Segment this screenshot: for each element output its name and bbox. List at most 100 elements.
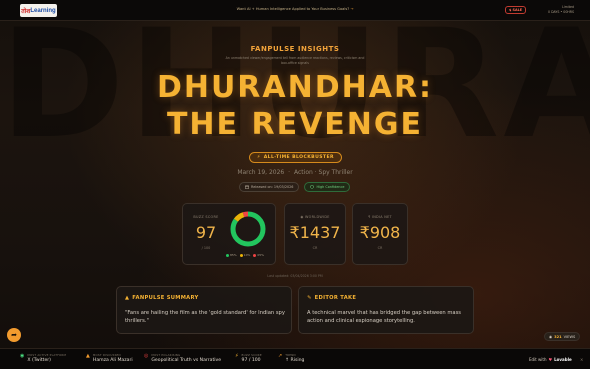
logo-text-a: तोश [21, 8, 31, 15]
footer-item-polarising: ◎ MOST POLARISING Geopolitical Truth vs N… [144, 353, 221, 363]
logo-text-b: Learning [30, 7, 56, 14]
india-value: ₹908 [359, 223, 401, 242]
footer-label: MOST ACTIVE PLATFORM [27, 353, 67, 357]
worldwide-label: WORLDWIDE [304, 215, 330, 219]
sentiment-legend: 85% 10% 05% [226, 253, 264, 257]
footer-value: ↑ Rising [285, 358, 305, 363]
legend-swatch [253, 253, 257, 257]
promo-banner-text: Want AI + Human Intelligence Applied to … [236, 7, 350, 11]
editor-take-card: ✎ EDITOR TAKE A technical marvel that ha… [298, 286, 474, 334]
subline: An unmatched viewer/engagement tell from… [195, 56, 395, 66]
legend-swatch [239, 253, 243, 257]
views-label: VIEWS [563, 334, 576, 339]
lightning-icon: ⚡ [257, 155, 261, 160]
editor-heading-row: ✎ EDITOR TAKE [307, 295, 356, 301]
edit-with-lovable-button[interactable]: Edit with ♥ Lovable [529, 357, 572, 362]
heart-icon: ♥ [548, 357, 553, 362]
sale-badge[interactable]: $ SALE [505, 6, 527, 14]
legend-label: 85% [230, 253, 237, 257]
worldwide-unit: CR [312, 246, 318, 250]
footer-ticker: ◉ MOST ACTIVE PLATFORM X (Twitter) ▲ MOST… [0, 348, 590, 369]
lovable-brand: Lovable [554, 357, 572, 362]
subline-2: box-office signals [281, 61, 309, 65]
info-chips: Released on: 19/03/2026 High Confidence [239, 182, 351, 192]
summary-heading: FANPULSE SUMMARY [132, 295, 199, 301]
footer-label: MOST POLARISING [151, 353, 181, 357]
india-net-card: ₹ INDIA NET ₹908 CR [352, 203, 408, 265]
verdict-badge: ⚡ ALL-TIME BLOCKBUSTER [249, 152, 342, 163]
worldwide-value: ₹1437 [289, 223, 341, 242]
buzz-score-card: BUZZ SCORE 97 / 100 85% 10% 05% [182, 203, 276, 265]
fire-icon: ▲ [125, 295, 130, 301]
rupee-icon: ₹ [368, 215, 371, 219]
footer-item-discussed: ▲ MOST DISCUSSED Hamza Ali Mazari [86, 353, 133, 363]
sale-text-line2: 0 DAYS • 00HRS [548, 10, 574, 14]
release-date: March 19, 2026 [237, 169, 285, 176]
fire-icon: ▲ [86, 353, 90, 359]
legend-item-positive: 85% [226, 253, 237, 257]
footer-value: X (Twitter) [27, 358, 51, 363]
lightning-icon: ⚡ [235, 353, 239, 359]
india-unit: CR [377, 246, 383, 250]
summary-body: "Fans are hailing the film as the 'gold … [125, 310, 285, 324]
legend-item-mixed: 10% [239, 253, 251, 257]
legend-label: 10% [243, 253, 251, 257]
worldwide-label-row: ◉ WORLDWIDE [285, 215, 345, 219]
india-label: INDIA NET [371, 215, 392, 219]
page-title-line2: THE REVENGE [166, 107, 424, 142]
views-count: 321 [554, 334, 562, 339]
promo-banner[interactable]: Want AI + Human Intelligence Applied to … [210, 7, 380, 11]
last-updated: Last updated: 03/04/2026 3:00 PM [267, 274, 323, 278]
eyebrow: FANPULSE INSIGHTS [250, 45, 340, 53]
sentiment-donut-chart [230, 211, 266, 247]
footer-value: Geopolitical Truth vs Narrative [151, 358, 222, 363]
arrow-right-icon: → [350, 7, 354, 11]
fanpulse-summary-card: ▲ FANPULSE SUMMARY "Fans are hailing the… [116, 286, 292, 334]
india-label-row: ₹ INDIA NET [353, 215, 407, 219]
footer-value: Hamza Ali Mazari [92, 358, 133, 363]
editor-heading: EDITOR TAKE [314, 295, 357, 301]
footer-item-platform: ◉ MOST ACTIVE PLATFORM X (Twitter) [20, 353, 66, 363]
legend-swatch [226, 253, 229, 257]
footer-item-trend: ↗ TREND ↑ Rising [278, 353, 304, 363]
genre: Action · Spy Thriller [294, 169, 353, 176]
legend-item-negative: 05% [253, 253, 264, 257]
logo[interactable]: तोश Learning [20, 4, 57, 17]
footer-label: BUZZ SCORE [241, 353, 262, 357]
shield-icon [310, 185, 315, 189]
target-icon: ◎ [144, 353, 149, 359]
footer-label: TREND [285, 353, 296, 357]
confidence-chip: High Confidence [304, 182, 351, 192]
lovable-prefix: Edit with [529, 357, 547, 362]
summary-heading-row: ▲ FANPULSE SUMMARY [125, 295, 199, 301]
close-icon[interactable]: × [580, 357, 583, 362]
separator: · [288, 169, 291, 176]
share-button[interactable]: ➦ [7, 328, 21, 342]
buzz-score-label: BUZZ SCORE [193, 215, 219, 219]
editor-body: A technical marvel that has bridged the … [307, 310, 462, 324]
eye-icon: ◉ [549, 334, 553, 339]
released-chip: Released on: 19/03/2026 [239, 182, 300, 192]
top-bar: तोश Learning Want AI + Human Intelligence… [0, 0, 590, 21]
buzz-score-value: 97 [195, 223, 217, 242]
page-title-line1: DHURANDHAR: [156, 70, 434, 105]
views-counter: ◉ 321 VIEWS [544, 332, 581, 341]
footer-value: 97 / 100 [241, 358, 261, 363]
worldwide-card: ◉ WORLDWIDE ₹1437 CR [284, 203, 346, 265]
calendar-icon [245, 185, 249, 189]
buzz-score-sub: / 100 [201, 246, 211, 250]
verdict-badge-label: ALL-TIME BLOCKBUSTER [263, 155, 334, 160]
globe-icon: ◉ [300, 215, 304, 219]
sale-countdown: Limited 0 DAYS • 00HRS [528, 5, 574, 15]
footer-label: MOST DISCUSSED [92, 353, 121, 357]
footer-item-buzz: ⚡ BUZZ SCORE 97 / 100 [235, 353, 262, 363]
confidence-chip-label: High Confidence [316, 185, 345, 189]
page: DHURANDHAR तोशLearning Want AI + Human I… [0, 0, 590, 369]
released-chip-label: Released on: 19/03/2026 [251, 185, 294, 189]
globe-icon: ◉ [20, 353, 25, 359]
share-icon: ➦ [11, 331, 17, 339]
trend-icon: ↗ [278, 353, 283, 359]
legend-label: 05% [257, 253, 265, 257]
pen-icon: ✎ [307, 295, 312, 301]
release-meta: March 19, 2026 · Action · Spy Thriller [0, 169, 590, 176]
